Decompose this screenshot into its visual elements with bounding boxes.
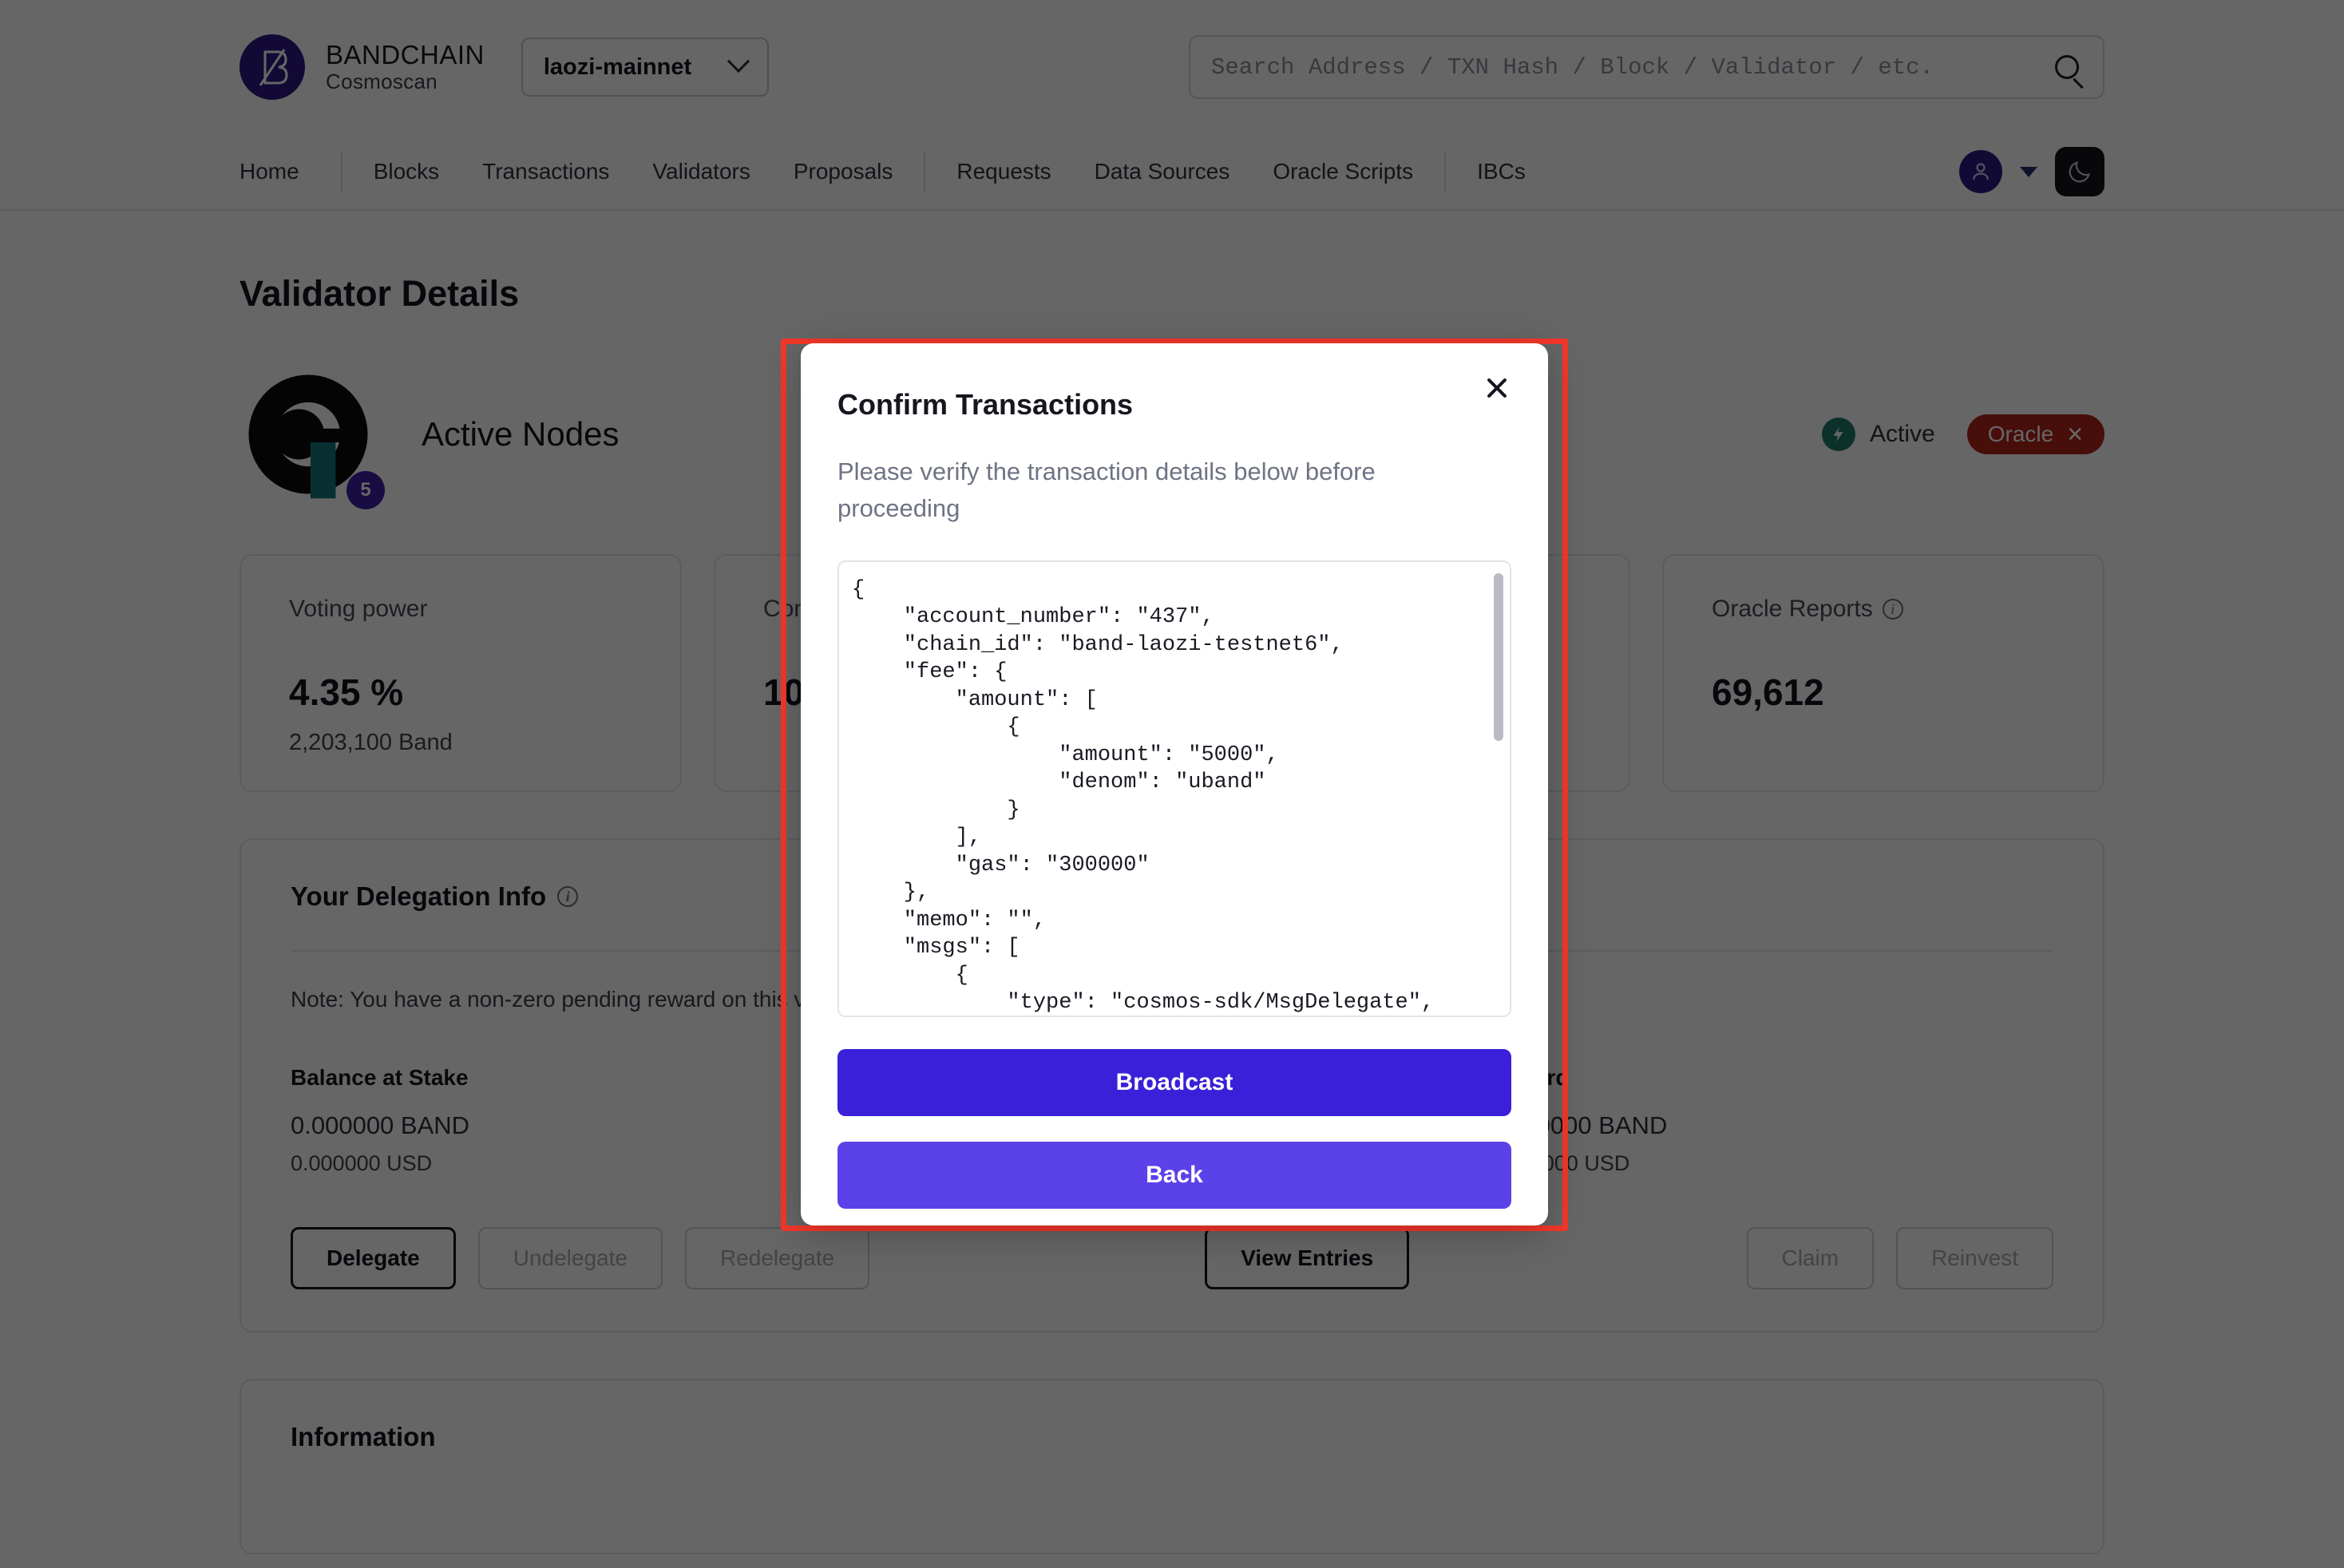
broadcast-button[interactable]: Broadcast bbox=[837, 1048, 1511, 1116]
modal-action-buttons: Broadcast Back bbox=[837, 1048, 1511, 1209]
confirm-transactions-modal: Confirm Transactions Please verify the t… bbox=[801, 343, 1548, 1225]
close-icon[interactable] bbox=[1479, 370, 1514, 406]
app-root: BANDCHAIN Cosmoscan laozi-mainnet Home B… bbox=[0, 0, 2344, 1568]
back-button[interactable]: Back bbox=[837, 1141, 1511, 1209]
transaction-json-viewer[interactable]: { "account_number": "437", "chain_id": "… bbox=[837, 560, 1511, 1017]
modal-title: Confirm Transactions bbox=[837, 388, 1134, 421]
code-scrollbar-thumb[interactable] bbox=[1494, 572, 1503, 741]
modal-subtitle: Please verify the transaction details be… bbox=[837, 457, 1376, 522]
modal-header: Confirm Transactions bbox=[837, 388, 1511, 422]
code-scrollbar[interactable] bbox=[1494, 572, 1503, 1008]
transaction-json-text: { "account_number": "437", "chain_id": "… bbox=[852, 577, 1435, 1016]
